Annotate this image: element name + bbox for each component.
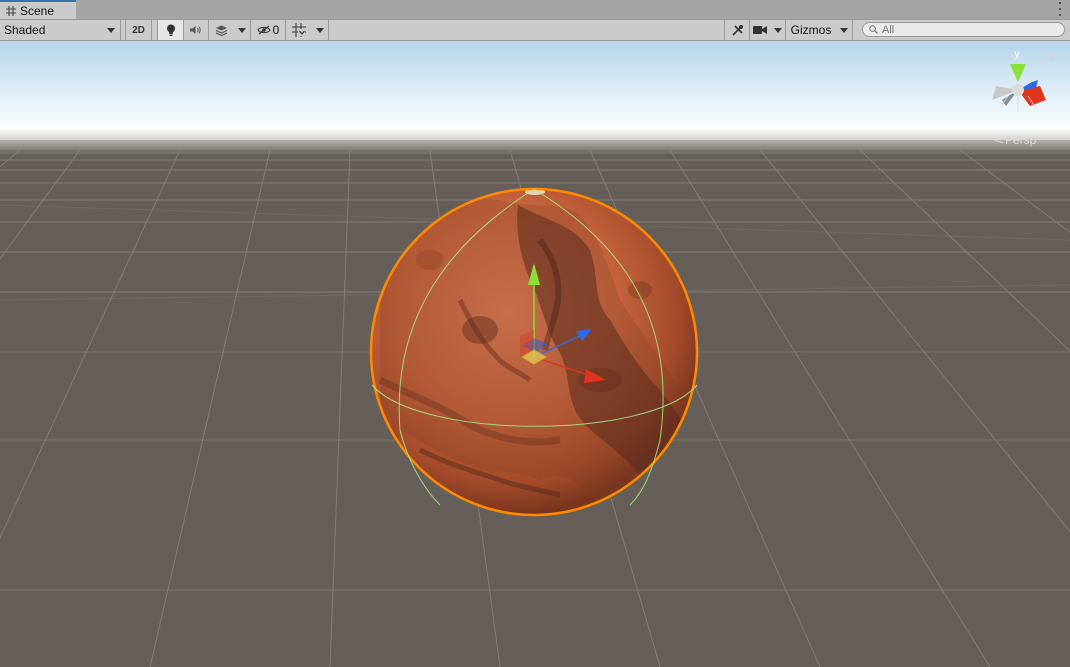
projection-toggle[interactable]: Persp (994, 133, 1036, 147)
skybox (0, 41, 1070, 153)
hidden-objects-toggle[interactable]: 0 (251, 20, 286, 40)
chevron-down-icon (238, 27, 246, 33)
grid-dropdown[interactable] (312, 20, 329, 40)
draw-mode-label: Shaded (4, 23, 46, 37)
projection-label: Persp (1005, 133, 1037, 147)
eye-slash-icon (257, 25, 271, 35)
speaker-icon (190, 26, 201, 34)
effects-toggle[interactable] (209, 20, 234, 40)
gizmo-axis-y-label: y (1014, 48, 1020, 60)
scene-camera-button[interactable] (750, 20, 770, 40)
draw-mode-dropdown[interactable]: Shaded (0, 20, 121, 40)
scene-camera-dropdown[interactable] (770, 20, 786, 40)
toggle-2d-label: 2D (132, 24, 145, 36)
toggle-2d-button[interactable]: 2D (126, 20, 152, 40)
audio-toggle[interactable] (184, 20, 209, 40)
tools-icon (731, 24, 743, 36)
tab-bar: Scene (0, 0, 1070, 20)
grid-snap-icon (292, 23, 306, 37)
perspective-icon (994, 136, 1004, 144)
tab-scene[interactable]: Scene (0, 0, 76, 19)
tab-scene-label: Scene (20, 3, 55, 18)
lighting-toggle[interactable] (158, 20, 184, 40)
chevron-down-icon (316, 27, 324, 33)
search-input[interactable] (882, 23, 1052, 36)
lightbulb-icon (166, 24, 175, 36)
scene-viewport[interactable]: y Persp (0, 41, 1070, 667)
scene-tools-toggle[interactable] (724, 20, 750, 40)
scene-toolbar: Shaded 2D 0 Gizmos All (0, 20, 1070, 41)
effects-dropdown[interactable] (234, 20, 251, 40)
camera-icon (753, 26, 767, 34)
effects-layers-icon (215, 25, 228, 36)
gizmos-dropdown[interactable] (836, 20, 853, 40)
gizmos-button[interactable]: Gizmos (786, 20, 836, 40)
more-options-icon[interactable] (1058, 2, 1062, 16)
grid-toggle[interactable] (286, 20, 312, 40)
scene-render[interactable]: y (0, 41, 1070, 667)
hierarchy-search-field[interactable] (862, 22, 1065, 37)
grid-icon (6, 5, 16, 16)
search-icon (869, 25, 878, 34)
gizmo-center[interactable] (1012, 84, 1024, 96)
chevron-down-icon (773, 27, 782, 33)
gizmo-lock-icon[interactable] (1049, 54, 1055, 60)
hidden-objects-count: 0 (272, 23, 280, 37)
gizmos-label: Gizmos (790, 23, 832, 37)
chevron-down-icon (107, 27, 115, 33)
chevron-down-icon (840, 27, 848, 33)
